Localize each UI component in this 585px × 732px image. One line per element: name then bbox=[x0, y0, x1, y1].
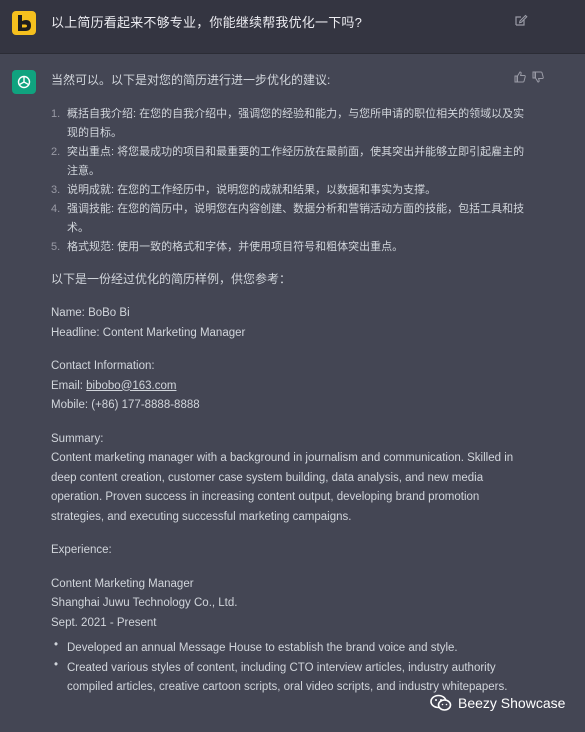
summary-heading: Summary: bbox=[51, 432, 104, 445]
list-item-text: 强调技能: 在您的简历中，说明您在内容创建、数据分析和营销活动方面的技能，包括工… bbox=[67, 203, 525, 234]
sample-intro: 以下是一份经过优化的简历样例，供您参考： bbox=[51, 272, 292, 286]
contact-heading: Contact Information: bbox=[51, 360, 155, 372]
user-avatar bbox=[12, 11, 36, 35]
list-item: 5. 格式规范: 使用一致的格式和字体，并使用项目符号和粗体突出重点。 bbox=[51, 238, 531, 257]
job-title: Content Marketing Manager bbox=[51, 577, 194, 590]
list-item: 1. 概括自我介绍: 在您的自我介绍中，强调您的经验和能力，与您所申请的职位相关的… bbox=[51, 105, 531, 143]
beezy-logo-icon bbox=[18, 15, 31, 31]
experience-heading: Experience: bbox=[51, 544, 112, 556]
thumbs-down-icon[interactable] bbox=[532, 71, 544, 83]
user-message-row: 以上简历看起来不够专业，你能继续帮我优化一下吗? bbox=[0, 0, 585, 54]
resume-name-block: Name: BoBo Bi Headline: Content Marketin… bbox=[51, 304, 531, 343]
email-line: Email: bibobo@163.com bbox=[51, 377, 531, 397]
experience-bullets: Developed an annual Message House to est… bbox=[51, 636, 531, 698]
email-link[interactable]: bibobo@163.com bbox=[86, 380, 176, 392]
list-item: 4. 强调技能: 在您的简历中，说明您在内容创建、数据分析和营销活动方面的技能，包… bbox=[51, 200, 531, 238]
openai-logo-icon bbox=[17, 75, 31, 89]
company-name: Shanghai Juwu Technology Co., Ltd. bbox=[51, 597, 238, 609]
assistant-avatar bbox=[12, 70, 36, 94]
list-item-text: 格式规范: 使用一致的格式和字体，并使用项目符号和粗体突出重点。 bbox=[67, 241, 404, 253]
list-number: 2. bbox=[51, 146, 61, 158]
list-number: 1. bbox=[51, 108, 61, 120]
list-item-text: 概括自我介绍: 在您的自我介绍中，强调您的经验和能力，与您所申请的职位相关的领域… bbox=[67, 108, 525, 139]
watermark: Beezy Showcase bbox=[430, 694, 565, 712]
assistant-intro: 当然可以。以下是对您的简历进行进一步优化的建议: bbox=[51, 73, 331, 87]
list-item: Created various styles of content, inclu… bbox=[51, 656, 531, 698]
suggestion-list: 1. 概括自我介绍: 在您的自我介绍中，强调您的经验和能力，与您所申请的职位相关的… bbox=[51, 105, 531, 257]
mobile-line: Mobile: (+86) 177-8888-8888 bbox=[51, 399, 200, 411]
list-item: Developed an annual Message House to est… bbox=[51, 636, 531, 659]
list-item: 2. 突出重点: 将您最成功的项目和最重要的工作经历放在最前面，使其突出并能够立即… bbox=[51, 143, 531, 181]
user-message-text: 以上简历看起来不够专业，你能继续帮我优化一下吗? bbox=[51, 15, 363, 30]
assistant-message-content: 当然可以。以下是对您的简历进行进一步优化的建议: 1. 概括自我介绍: 在您的自我… bbox=[51, 71, 531, 698]
assistant-message-row: 当然可以。以下是对您的简历进行进一步优化的建议: 1. 概括自我介绍: 在您的自我… bbox=[0, 54, 585, 732]
job-block: Content Marketing Manager Shanghai Juwu … bbox=[51, 575, 531, 634]
edit-icon[interactable] bbox=[514, 13, 528, 27]
list-item-text: 说明成就: 在您的工作经历中，说明您的成就和结果，以数据和事实为支撑。 bbox=[67, 184, 437, 196]
resume-headline: Headline: Content Marketing Manager bbox=[51, 326, 246, 339]
list-item: 3. 说明成就: 在您的工作经历中，说明您的成就和结果，以数据和事实为支撑。 bbox=[51, 181, 531, 200]
list-number: 3. bbox=[51, 184, 61, 196]
contact-block: Contact Information: Email: bibobo@163.c… bbox=[51, 357, 531, 416]
wechat-icon bbox=[430, 694, 452, 711]
summary-text: Content marketing manager with a backgro… bbox=[51, 452, 514, 523]
email-label: Email: bbox=[51, 379, 87, 392]
resume-name: Name: BoBo Bi bbox=[51, 307, 130, 319]
summary-block: Summary: Content marketing manager with … bbox=[51, 430, 531, 528]
list-number: 4. bbox=[51, 203, 61, 215]
watermark-text: Beezy Showcase bbox=[458, 695, 566, 711]
list-number: 5. bbox=[51, 241, 61, 253]
job-dates: Sept. 2021 - Present bbox=[51, 616, 157, 629]
list-item-text: 突出重点: 将您最成功的项目和最重要的工作经历放在最前面，使其突出并能够立即引起… bbox=[67, 146, 525, 177]
